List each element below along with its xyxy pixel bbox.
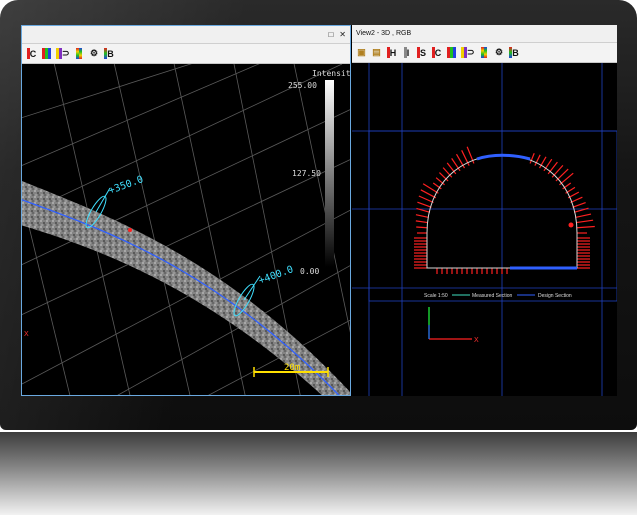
tool-s-label: S xyxy=(419,47,426,58)
cube-icon[interactable]: ▣ xyxy=(355,46,368,59)
legend-measured: Measured Section xyxy=(472,293,513,299)
right-view-pane: View2 - 3D , RGB ▣ ▤ H I S C ⊃ ⚙ B Scale… xyxy=(352,25,617,396)
tool-color-b-button[interactable]: B xyxy=(508,46,521,59)
axis-label: X xyxy=(24,331,29,338)
deviation-tick xyxy=(415,220,428,224)
intensity-min: 0.00 xyxy=(300,267,319,276)
tool-rgb-button[interactable] xyxy=(40,47,53,60)
tool-b-label: B xyxy=(107,48,114,59)
tool-color-b-button[interactable]: B xyxy=(103,47,116,60)
axis-label: X xyxy=(474,337,479,344)
station-label: +350.0 xyxy=(107,174,145,197)
gear-icon[interactable]: ⚙ xyxy=(493,46,506,59)
station-label: +400.0 xyxy=(257,264,295,287)
intensity-legend-title: Intensity xyxy=(312,69,350,78)
cube-alt-icon[interactable]: ▤ xyxy=(370,46,383,59)
app-screen: □ ✕ C ⊃ ⚙ B +350.0 +400.0 Intensit 255.0… xyxy=(21,25,617,396)
deviation-tick xyxy=(420,189,437,199)
deviation-tick xyxy=(415,214,429,218)
close-icon[interactable]: ✕ xyxy=(339,30,346,39)
tunnel-point-cloud xyxy=(22,181,350,395)
tool-c-label: C xyxy=(29,48,37,59)
right-view-title: View2 - 3D , RGB xyxy=(356,30,412,37)
deviation-tick xyxy=(439,172,449,182)
left-toolbar: C ⊃ ⚙ B xyxy=(22,44,350,64)
legend-scale: Scale 1:50 xyxy=(424,293,448,299)
tool-h-button[interactable]: H xyxy=(385,46,398,59)
tool-i-label: I xyxy=(406,47,410,58)
right-toolbar: ▣ ▤ H I S C ⊃ ⚙ B xyxy=(352,43,617,63)
gear-icon[interactable]: ⚙ xyxy=(88,47,101,60)
left-view-pane: □ ✕ C ⊃ ⚙ B +350.0 +400.0 Intensit 255.0… xyxy=(21,25,351,396)
right-view-titlebar: View2 - 3D , RGB xyxy=(352,25,617,43)
right-viewport[interactable]: Scale 1:50 Measured Section Design Secti… xyxy=(352,63,617,396)
tool-s-button[interactable]: S xyxy=(415,46,428,59)
intensity-gradient xyxy=(325,80,334,267)
deviation-tick xyxy=(529,153,535,164)
tool-palette-button[interactable]: ⊃ xyxy=(55,47,71,60)
maximize-icon[interactable]: □ xyxy=(328,30,333,39)
deviation-tick xyxy=(451,158,461,172)
laptop-reflection xyxy=(0,432,637,515)
measured-section-top xyxy=(476,153,531,161)
left-view-titlebar: □ ✕ xyxy=(22,26,350,44)
tool-c-label: C xyxy=(434,47,442,58)
deviation-tick xyxy=(576,225,595,229)
scale-bar-label: 20m xyxy=(284,363,300,373)
tool-color-c-button[interactable]: C xyxy=(25,47,38,60)
intensity-mid: 127.50 xyxy=(292,169,321,178)
tool-h-label: H xyxy=(389,47,397,58)
tool-spectrum-button[interactable] xyxy=(478,46,491,59)
deviation-tick xyxy=(446,162,457,175)
deviation-tick xyxy=(417,201,432,208)
tool-i-button[interactable]: I xyxy=(400,46,413,59)
tool-b-label: B xyxy=(512,47,519,58)
point-marker xyxy=(128,228,132,232)
deviation-tick xyxy=(418,195,434,204)
deviation-tick xyxy=(572,201,586,208)
intensity-max: 255.00 xyxy=(288,81,317,90)
tool-spectrum-button[interactable] xyxy=(73,47,86,60)
tool-rgb-button[interactable] xyxy=(445,46,458,59)
deviation-tick xyxy=(416,226,428,229)
tool-color-c-button[interactable]: C xyxy=(430,46,443,59)
point-marker xyxy=(568,222,574,228)
deviation-tick xyxy=(575,213,592,218)
deviation-tick xyxy=(576,219,594,224)
deviation-ticks xyxy=(414,146,595,274)
tool-palette-button[interactable]: ⊃ xyxy=(460,46,476,59)
legend-design: Design Section xyxy=(538,293,572,299)
deviation-tick xyxy=(442,167,453,178)
left-viewport[interactable]: +350.0 +400.0 Intensity 255.00 127.50 0.… xyxy=(22,64,350,395)
